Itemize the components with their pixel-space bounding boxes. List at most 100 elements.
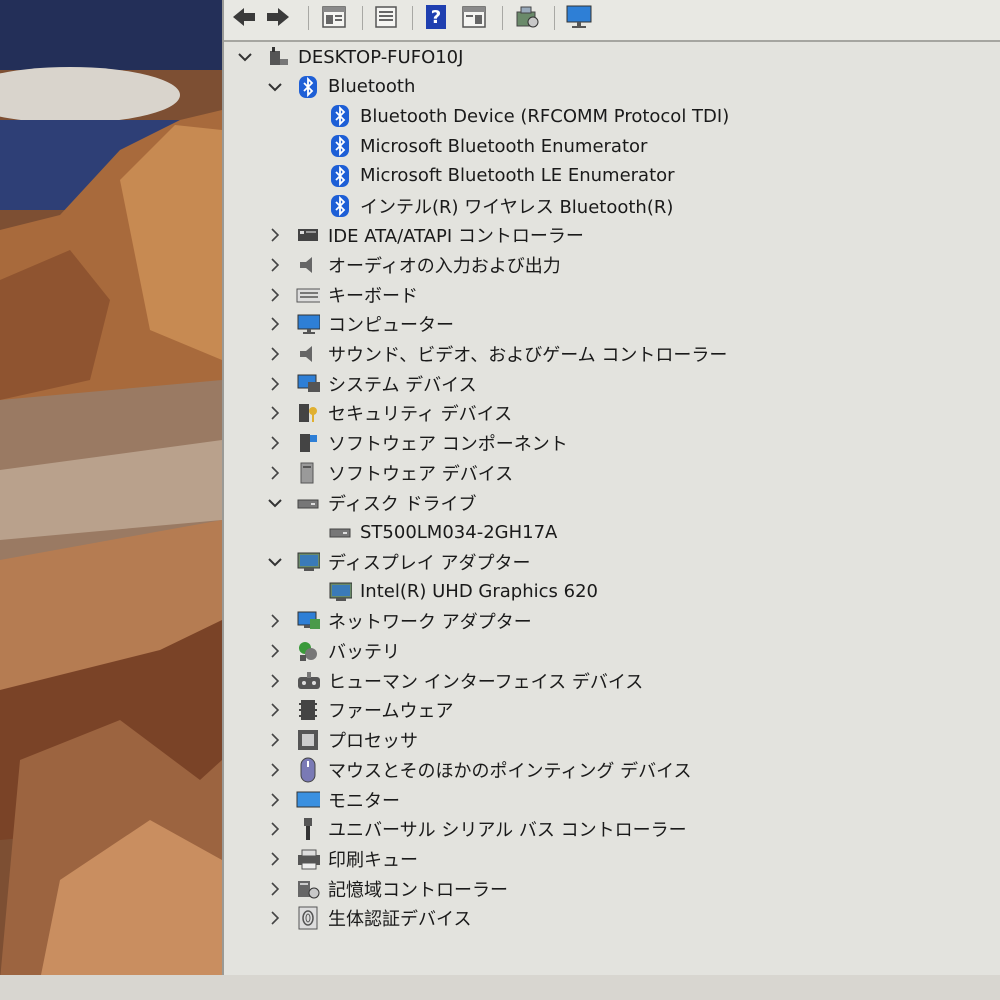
battery-icon <box>296 639 320 663</box>
biometric-icon <box>296 906 320 930</box>
tree-category[interactable]: ファームウェア <box>271 696 453 724</box>
tree-item-label: モニター <box>328 790 400 812</box>
tree-category[interactable]: ネットワーク アダプター <box>271 607 532 635</box>
tree-device-bluetooth-device-rfcomm-protocol-tdi[interactable]: Bluetooth Device (RFCOMM Protocol TDI) <box>328 102 729 130</box>
keyboard-icon <box>296 283 320 307</box>
tree-item-label: Bluetooth <box>328 76 416 98</box>
expand-chevron-right-icon[interactable] <box>266 607 284 635</box>
expand-chevron-down-icon[interactable] <box>266 73 284 101</box>
expand-chevron-right-icon[interactable] <box>266 756 284 784</box>
system-device-icon <box>296 372 320 396</box>
forward-button[interactable] <box>264 4 292 30</box>
tree-category[interactable]: キーボード <box>271 281 418 309</box>
audio-io-icon <box>296 253 320 277</box>
usb-controller-icon <box>296 817 320 841</box>
expand-chevron-right-icon[interactable] <box>266 696 284 724</box>
expand-chevron-right-icon[interactable] <box>266 904 284 932</box>
tree-root-computer[interactable]: DESKTOP-FUFO10J <box>238 43 463 71</box>
expand-chevron-right-icon[interactable] <box>266 637 284 665</box>
expand-chevron-down-icon[interactable] <box>236 43 254 71</box>
firmware-icon <box>296 698 320 722</box>
expand-chevron-right-icon[interactable] <box>266 815 284 843</box>
disk-drive-icon <box>296 491 320 515</box>
expand-chevron-right-icon[interactable] <box>266 667 284 695</box>
expand-chevron-right-icon[interactable] <box>266 340 284 368</box>
processor-icon <box>296 728 320 752</box>
back-button[interactable] <box>230 4 258 30</box>
view-button[interactable] <box>460 4 488 30</box>
expand-chevron-right-icon[interactable] <box>266 399 284 427</box>
tree-category[interactable]: ヒューマン インターフェイス デバイス <box>271 667 644 695</box>
tree-category[interactable]: 記憶域コントローラー <box>271 875 508 903</box>
tree-category[interactable]: セキュリティ デバイス <box>271 399 512 427</box>
bluetooth-icon <box>328 194 352 218</box>
expand-chevron-right-icon[interactable] <box>266 786 284 814</box>
update-driver-icon <box>375 6 397 28</box>
update-driver-button[interactable] <box>372 4 400 30</box>
tree-category[interactable]: ソフトウェア デバイス <box>271 459 513 487</box>
monitor-button[interactable] <box>564 4 594 30</box>
tree-device-r-bluetooth-r[interactable]: インテル(R) ワイヤレス Bluetooth(R) <box>328 192 673 220</box>
tree-device-microsoft-bluetooth-le-enumerator[interactable]: Microsoft Bluetooth LE Enumerator <box>328 162 675 190</box>
bluetooth-icon <box>328 164 352 188</box>
expand-chevron-right-icon[interactable] <box>266 845 284 873</box>
toolbar-separator <box>412 6 413 30</box>
tree-item-label: コンピューター <box>328 315 454 337</box>
expand-chevron-right-icon[interactable] <box>266 429 284 457</box>
toolbar-separator <box>308 6 309 30</box>
disk-drive-icon <box>328 520 352 544</box>
scan-hardware-button[interactable] <box>512 4 542 30</box>
tree-item-label: 印刷キュー <box>328 849 418 871</box>
expand-chevron-right-icon[interactable] <box>266 370 284 398</box>
expand-chevron-down-icon[interactable] <box>266 548 284 576</box>
tree-category[interactable]: バッテリ <box>271 637 400 665</box>
properties-button[interactable] <box>320 4 348 30</box>
bluetooth-icon <box>328 104 352 128</box>
properties-icon <box>322 6 346 28</box>
tree-device-microsoft-bluetooth-enumerator[interactable]: Microsoft Bluetooth Enumerator <box>328 132 647 160</box>
display-adapter-icon <box>328 580 352 604</box>
tree-item-label: 生体認証デバイス <box>328 909 472 931</box>
expand-chevron-right-icon[interactable] <box>266 221 284 249</box>
bluetooth-icon <box>328 134 352 158</box>
tree-category[interactable]: 生体認証デバイス <box>271 904 472 932</box>
expand-chevron-right-icon[interactable] <box>266 310 284 338</box>
expand-chevron-right-icon[interactable] <box>266 875 284 903</box>
tree-device-graphics[interactable]: Intel(R) UHD Graphics 620 <box>328 578 598 606</box>
sound-video-icon <box>296 342 320 366</box>
tree-item-label: Microsoft Bluetooth LE Enumerator <box>360 165 675 187</box>
print-queue-icon <box>296 847 320 871</box>
tree-item-label: ディスク ドライブ <box>328 493 477 515</box>
tree-category[interactable]: コンピューター <box>271 310 454 338</box>
tree-category-display-adapters[interactable]: ディスプレイ アダプター <box>268 548 530 576</box>
expand-chevron-right-icon[interactable] <box>266 251 284 279</box>
tree-category[interactable]: マウスとそのほかのポインティング デバイス <box>271 756 692 784</box>
tree-device-disk[interactable]: ST500LM034-2GH17A <box>328 518 557 546</box>
mouse-icon <box>296 757 320 783</box>
tree-item-label: ヒューマン インターフェイス デバイス <box>328 671 644 693</box>
computer-icon <box>296 312 320 336</box>
storage-controller-icon <box>296 877 320 901</box>
expand-chevron-down-icon[interactable] <box>266 489 284 517</box>
tree-item-label: プロセッサ <box>328 731 418 753</box>
tree-category[interactable]: IDE ATA/ATAPI コントローラー <box>271 221 584 249</box>
tree-category[interactable]: ソフトウェア コンポーネント <box>271 429 568 457</box>
tree-category-disk-drives[interactable]: ディスク ドライブ <box>268 489 477 517</box>
expand-chevron-right-icon[interactable] <box>266 281 284 309</box>
expand-chevron-right-icon[interactable] <box>266 726 284 754</box>
taskbar-strip <box>0 975 1000 1000</box>
expand-chevron-right-icon[interactable] <box>266 459 284 487</box>
ide-controller-icon <box>296 223 320 247</box>
tree-category-bluetooth[interactable]: Bluetooth <box>268 73 416 101</box>
tree-category[interactable]: ユニバーサル シリアル バス コントローラー <box>271 815 687 843</box>
tree-category[interactable]: システム デバイス <box>271 370 477 398</box>
tree-category[interactable]: モニター <box>271 786 400 814</box>
tree-category[interactable]: 印刷キュー <box>271 845 418 873</box>
back-icon <box>233 8 255 26</box>
software-component-icon <box>296 431 320 455</box>
help-button[interactable]: ? <box>422 4 450 30</box>
tree-category[interactable]: プロセッサ <box>271 726 418 754</box>
tree-category[interactable]: サウンド、ビデオ、およびゲーム コントローラー <box>271 340 727 368</box>
tree-category[interactable]: オーディオの入力および出力 <box>271 251 561 279</box>
tree-item-label: 記憶域コントローラー <box>328 879 508 901</box>
